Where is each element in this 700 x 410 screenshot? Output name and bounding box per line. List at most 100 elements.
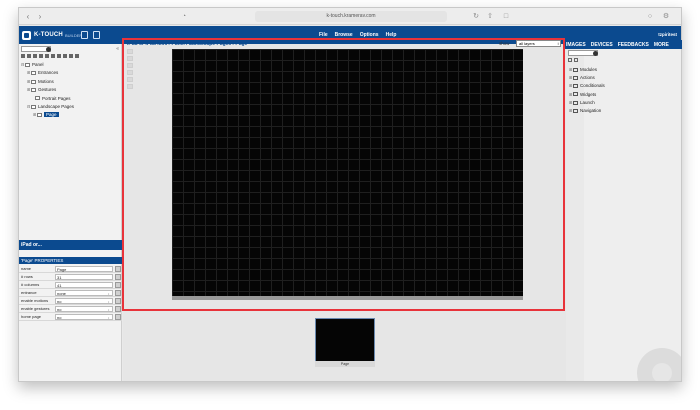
tab-more[interactable]: MORE [652,42,670,48]
enable-gestures-select[interactable]: no [55,306,113,312]
share-icon[interactable]: ⇧ [485,11,495,22]
properties-table: name Page # rows 31 # columns 41 entranc… [19,265,122,321]
forward-icon[interactable]: › [35,12,45,21]
property-button[interactable] [115,274,121,280]
edit-icon[interactable] [75,54,79,58]
page-thumbnail-label: Page [315,361,375,367]
cut-icon[interactable] [39,54,43,58]
property-button[interactable] [115,290,121,296]
library-item-widgets[interactable]: ⊞ Widgets [569,91,679,99]
tool-slider-icon[interactable] [127,77,133,82]
clear-search-icon[interactable] [593,51,598,56]
address-bar[interactable]: k-touch.kramerav.com [255,11,447,22]
brand-sub: BUILDER [64,32,83,38]
panel-icon [25,62,30,67]
home-page-select[interactable]: no [55,314,113,320]
property-row-name: name Page [19,265,122,273]
tabs-icon[interactable]: □ [501,11,511,22]
library-item-actions[interactable]: ⊞ Actions [569,74,679,82]
landscape-page-icon [31,104,36,109]
app-logo[interactable]: K-TOUCH BUILDER [22,30,82,40]
property-button[interactable] [115,282,121,288]
select-arrow-icon: ↕ [108,316,110,320]
tool-label-icon[interactable] [127,63,133,68]
library-toolbar [568,58,578,62]
left-panel: « ⊟ Panel ⊞ Entrances ⊞ Motions ⊞ Gestur… [19,44,122,381]
device-bar[interactable]: iPad or... [19,240,122,250]
tool-image-icon[interactable] [127,70,133,75]
browser-toolbar: ‹ › ◔ k-touch.kramerav.com ↻ ⇧ □ ○ ⚙ [19,8,681,25]
actions-icon [573,76,578,80]
privacy-icon[interactable]: ◔ [179,11,189,22]
properties-title: 'Page' PROPERTIES [19,257,122,264]
library-tabs: IMAGES DEVICES FEEDBACKS MORE [565,42,670,48]
brand-name: K-TOUCH [34,32,63,38]
tab-images[interactable]: IMAGES [565,42,587,48]
rows-field[interactable]: 31 [55,274,113,280]
page-thumbnail[interactable] [315,318,375,366]
tab-feedbacks[interactable]: FEEDBACKS [616,42,650,48]
save-icon[interactable] [81,31,88,39]
move-up-icon[interactable] [63,54,67,58]
page-icon[interactable] [93,31,100,39]
page-icon [37,113,42,118]
collapse-panel-icon[interactable]: « [116,46,119,52]
property-button[interactable] [115,298,121,304]
page-canvas[interactable] [172,49,523,296]
tree-item-gestures[interactable]: ⊞ Gestures [21,86,119,94]
canvas-tools [127,49,133,91]
tree-item-motions[interactable]: ⊞ Motions [21,78,119,86]
library-item-conditionals[interactable]: ⊞ Conditionals [569,82,679,90]
minus-icon[interactable] [33,54,37,58]
tree-item-portrait-pages[interactable]: Portrait Pages [21,95,119,103]
navigation-icon [573,108,578,113]
library-item-launch[interactable]: ⊞ Launch [569,99,679,107]
move-down-icon[interactable] [69,54,73,58]
canvas-scrollbar[interactable] [172,296,523,300]
grid-icon[interactable] [574,58,578,62]
tool-select-icon[interactable] [127,49,133,54]
name-field[interactable]: Page [55,266,113,272]
paste-icon[interactable] [51,54,55,58]
widgets-icon [573,92,578,97]
library-item-modules[interactable]: ⊞ Modules [569,66,679,74]
reload-icon[interactable]: ↻ [471,11,481,22]
modules-icon [573,67,578,72]
tab-devices[interactable]: DEVICES [589,42,614,48]
extension-icon[interactable]: ○ [645,11,655,22]
portrait-page-icon [35,96,40,101]
property-button[interactable] [115,306,121,312]
add-icon[interactable] [21,54,25,58]
columns-field[interactable]: 41 [55,282,113,288]
copy-icon[interactable] [45,54,49,58]
breadcrumb[interactable]: iPad or iPad Mini / Panel / Landscape Pa… [127,41,247,47]
url-text: k-touch.kramerav.com [326,13,376,19]
enable-motions-select[interactable]: no [55,298,113,304]
tool-shape-icon[interactable] [127,84,133,89]
property-button[interactable] [115,314,121,320]
library-item-navigation[interactable]: ⊞ Navigation [569,107,679,115]
tree-item-entrances[interactable]: ⊞ Entrances [21,69,119,77]
entrance-select[interactable]: none [55,290,113,296]
tree-toolbar [21,54,79,58]
back-icon[interactable]: ‹ [23,12,33,21]
layer-select[interactable]: all layers [516,40,561,47]
collapse-all-icon[interactable] [568,58,572,62]
entrance-icon [31,71,36,76]
library-list: ⊞ Modules ⊞ Actions ⊞ Conditionals ⊞ Widgets… [569,66,679,115]
tree-item-panel[interactable]: ⊟ Panel [21,61,119,69]
tree-item-landscape-pages[interactable]: ⊟ Landscape Pages [21,103,119,111]
settings-gear-icon[interactable]: ⚙ [661,11,671,22]
conditionals-icon [573,84,578,89]
property-row-home-page: home page no ↕ [19,313,122,321]
property-row-enable-motions: enable motions no ↕ [19,297,122,305]
property-button[interactable] [115,266,121,272]
undo-icon[interactable] [57,54,61,58]
tool-button-icon[interactable] [127,56,133,61]
motion-icon [31,79,36,84]
logo-icon [22,30,31,40]
clear-search-icon[interactable] [46,47,51,52]
property-row-columns: # columns 41 [19,281,122,289]
plus-icon[interactable] [27,54,31,58]
tree-item-page[interactable]: ⊞ Page [21,111,119,119]
